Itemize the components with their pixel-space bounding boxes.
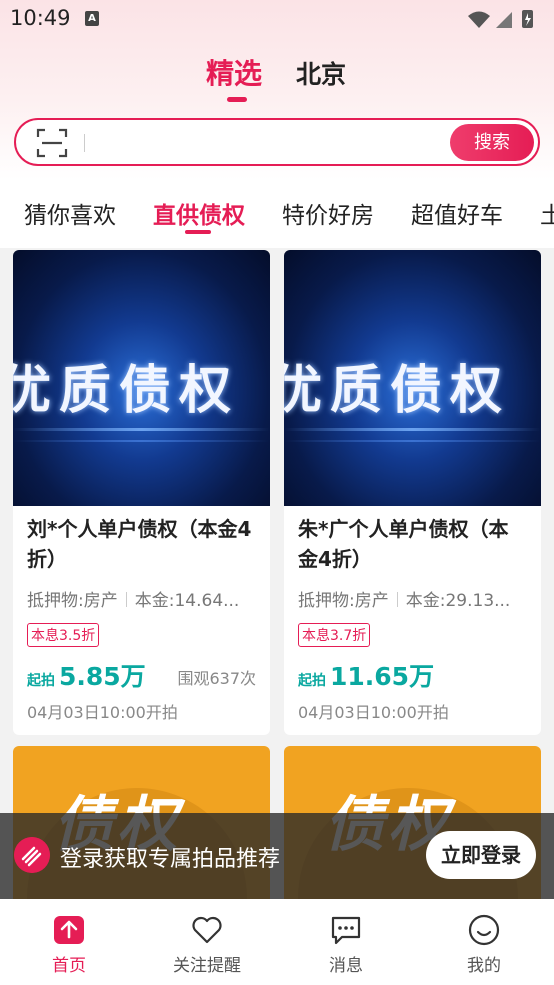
smile-icon [468,914,500,946]
signal-icon [496,12,512,28]
login-button[interactable]: 立即登录 [426,831,536,879]
start-time: 04月03日10:00开拍 [298,703,449,722]
price-value: 11.65万 [330,662,435,691]
tab-featured[interactable]: 精选 [206,52,262,92]
auction-card[interactable]: 优质债权 刘*个人单户债权（本金4折） 抵押物:房产 本金:14.64... 本息… [13,250,270,735]
card-image-text: 优质债权 [284,361,511,421]
notification-icon: A [85,11,99,26]
message-icon [331,916,361,945]
card-info: 抵押物:房产 本金:29.13... [298,586,527,611]
nav-profile-label: 我的 [467,956,501,976]
nav-messages-label: 消息 [329,956,363,976]
home-icon [54,916,84,944]
login-prompt: 登录获取专属拍品推荐 [60,847,281,872]
category-indicator [185,230,211,234]
search-button[interactable]: 搜索 [450,124,534,161]
scan-icon[interactable] [36,128,68,158]
card-image: 优质债权 [284,250,541,506]
card-title: 朱*广个人单户债权（本金4折） [298,517,509,571]
nav-profile[interactable]: 我的 [415,899,553,985]
status-bar: 10:49 A [0,0,554,38]
price-label: 起拍 [298,673,326,689]
bottom-nav: 首页 关注提醒 消息 我的 [0,899,554,985]
nav-follow-label: 关注提醒 [173,956,241,976]
status-time: 10:49 [10,6,71,30]
price-value: 5.85万 [59,662,146,691]
category-discount-house[interactable]: 特价好房 [282,196,374,230]
category-land[interactable]: 土 [540,196,554,230]
category-value-car[interactable]: 超值好车 [411,196,503,230]
nav-follow[interactable]: 关注提醒 [138,899,276,985]
location-tabs: 精选 北京 [0,52,554,102]
category-direct-debt[interactable]: 直供债权 [153,196,245,230]
nav-home-label: 首页 [52,956,86,976]
nav-messages[interactable]: 消息 [277,899,415,985]
discount-badge: 本息3.5折 [27,623,100,647]
login-banner: 登录获取专属拍品推荐 立即登录 [0,813,554,899]
card-collateral: 抵押物:房产 [27,591,118,611]
category-bar: 猜你喜欢 直供债权 特价好房 超值好车 土 [0,180,554,248]
card-image: 优质债权 [13,250,270,506]
wifi-icon [468,11,490,28]
view-count: 围观637次 [177,669,256,688]
card-principal: 本金:14.64... [134,591,240,611]
card-principal: 本金:29.13... [405,591,511,611]
auction-card[interactable]: 优质债权 朱*广个人单户债权（本金4折） 抵押物:房产 本金:29.13... 本… [284,250,541,735]
search-bar[interactable]: 搜索 [14,118,540,166]
start-time: 04月03日10:00开拍 [27,703,178,722]
card-collateral: 抵押物:房产 [298,591,389,611]
card-info: 抵押物:房产 本金:14.64... [27,586,256,611]
card-title: 刘*个人单户债权（本金4折） [27,517,252,571]
status-icons [468,10,533,28]
discount-badge: 本息3.7折 [298,623,371,647]
app-logo-icon [14,837,50,873]
tab-city[interactable]: 北京 [296,55,346,91]
search-input[interactable] [84,134,85,152]
nav-home[interactable]: 首页 [0,899,138,985]
price-row: 起拍 11.65万 [298,657,527,691]
price-row: 起拍 5.85万 围观637次 [27,657,256,691]
category-guess-you-like[interactable]: 猜你喜欢 [24,196,116,230]
heart-icon [192,916,222,944]
price-label: 起拍 [27,673,55,689]
tab-indicator [227,97,247,102]
card-image-text: 优质债权 [13,361,240,421]
